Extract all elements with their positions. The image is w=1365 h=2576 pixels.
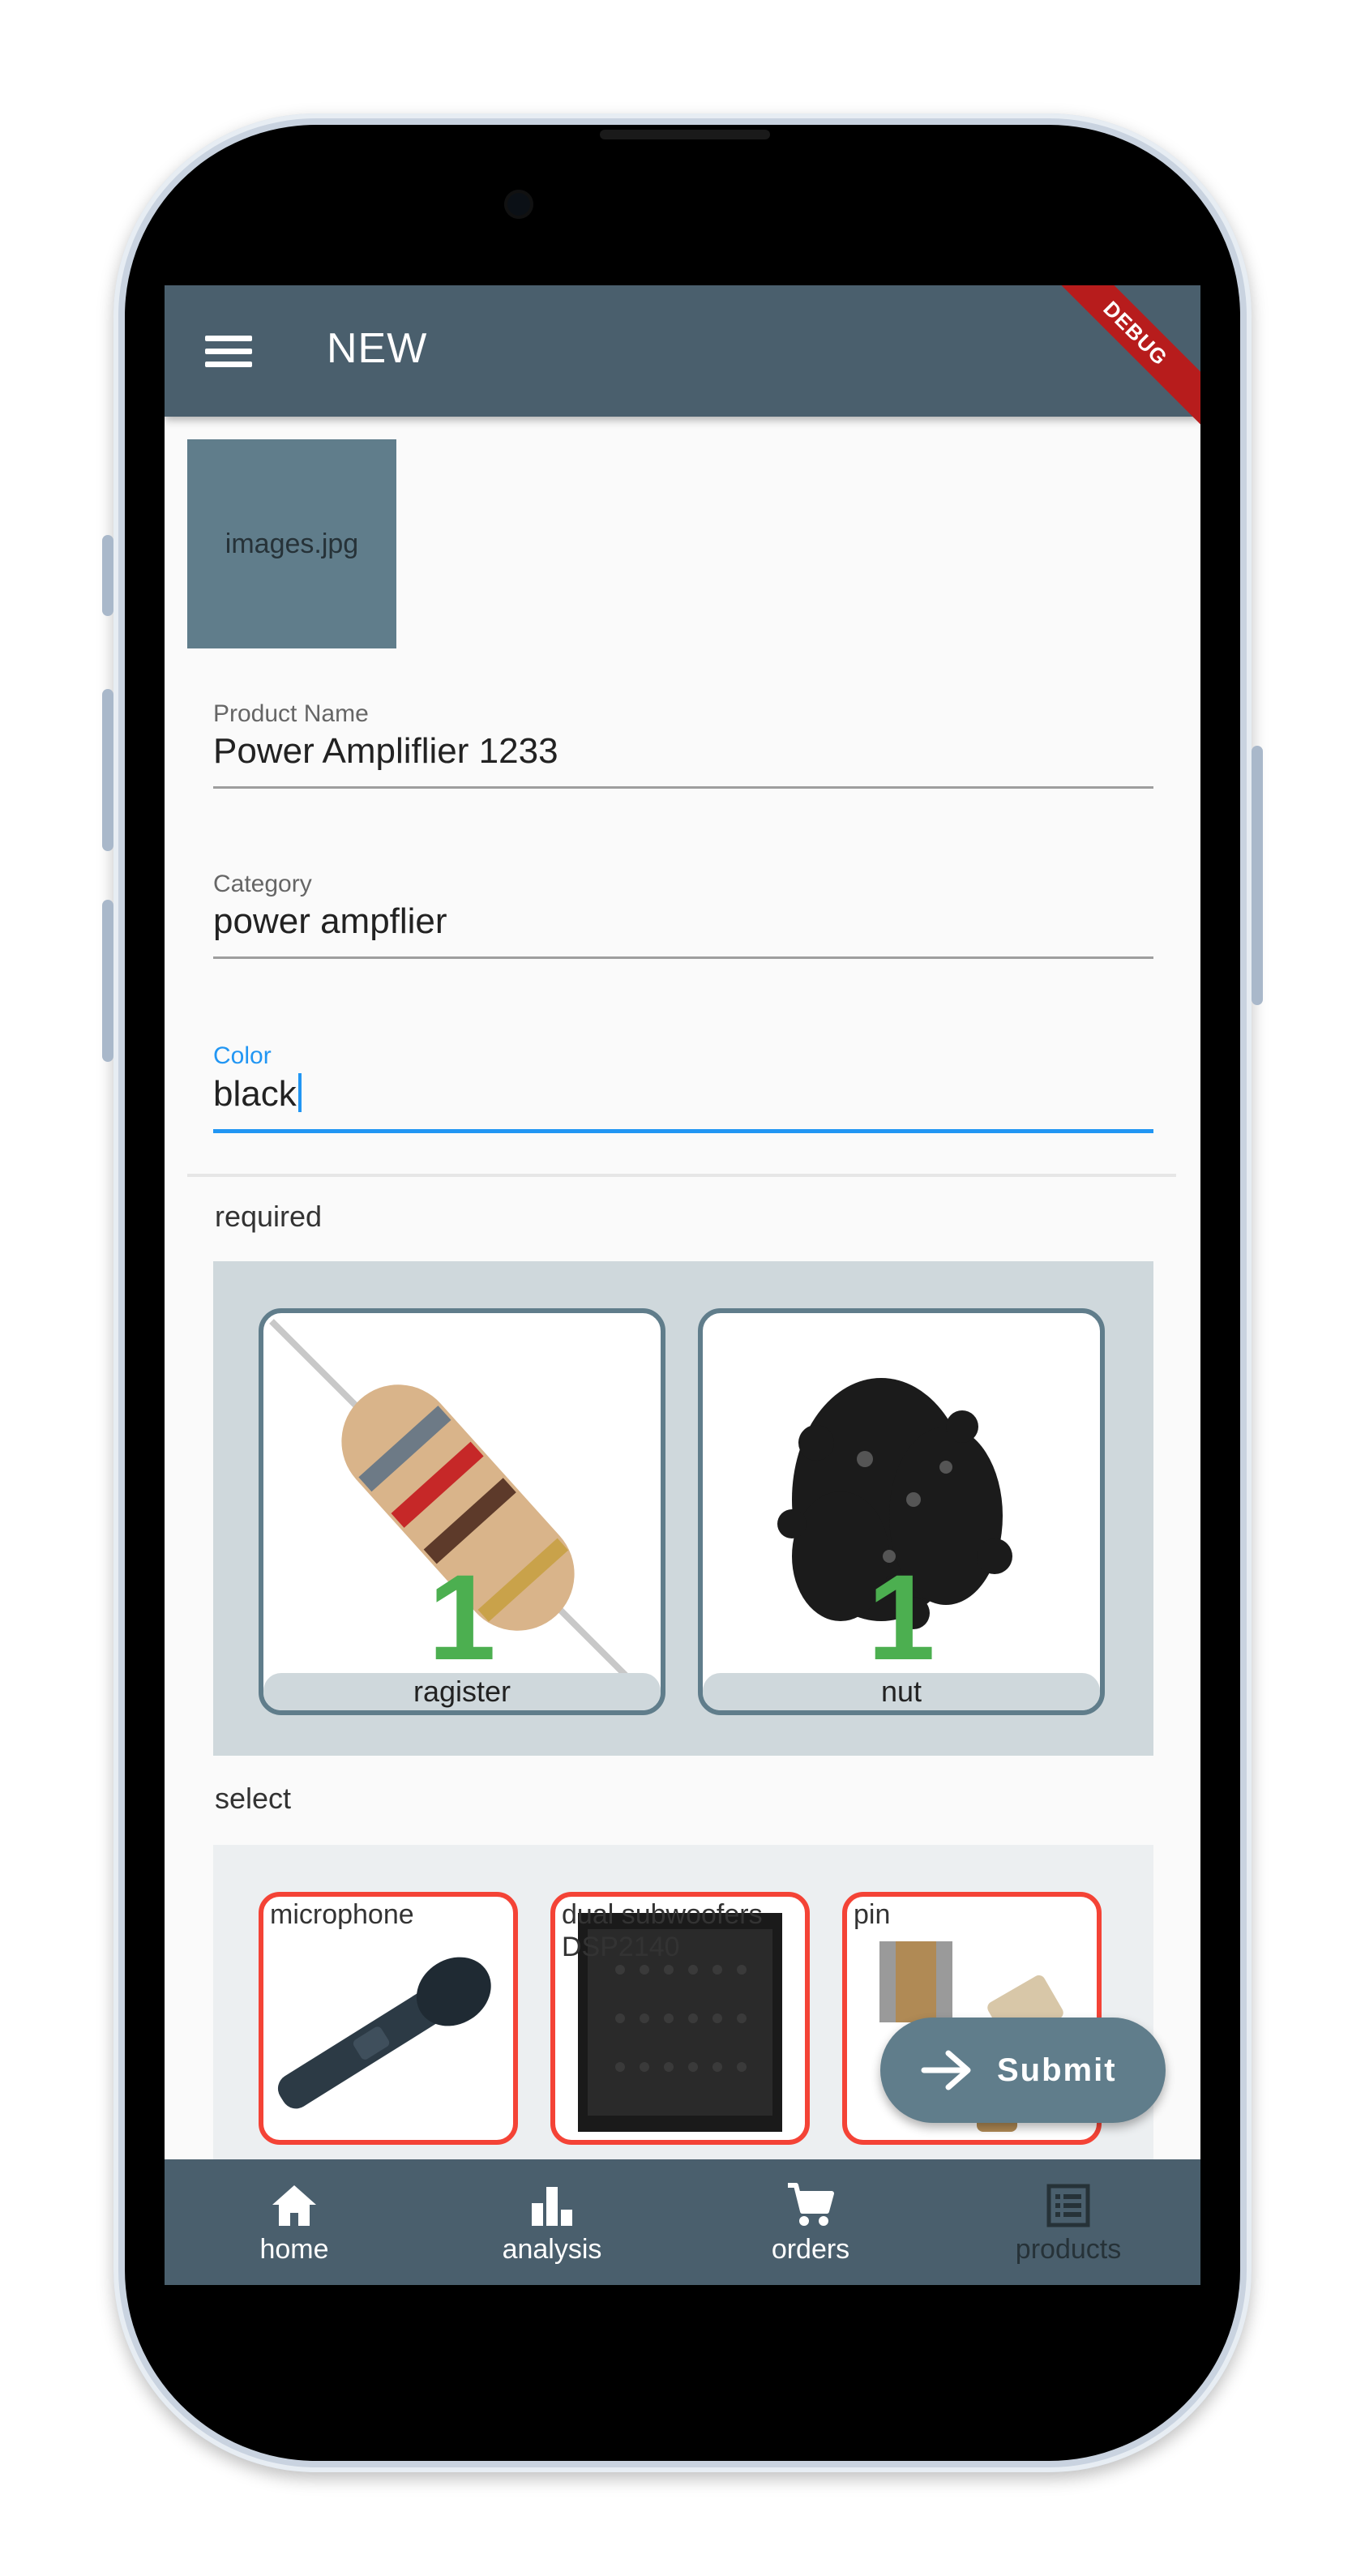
product-name-label: Product Name (213, 700, 369, 727)
select-section-title: select (215, 1782, 292, 1815)
menu-icon[interactable] (205, 336, 252, 368)
nav-item-home[interactable]: home (213, 2179, 375, 2266)
image-filename: images.jpg (225, 528, 359, 559)
section-divider (187, 1174, 1176, 1177)
text-cursor (297, 1073, 302, 1112)
required-item-label: nut (703, 1673, 1100, 1710)
home-icon (272, 2185, 316, 2226)
side-button (102, 900, 113, 1062)
category-label: Category (213, 871, 312, 897)
front-camera (504, 190, 533, 219)
select-item-card[interactable]: dual subwoofers DSP2140 (550, 1892, 810, 2145)
required-count: 1 (428, 1549, 496, 1685)
image-picker-tile[interactable]: images.jpg (187, 439, 396, 648)
nav-label: products (1015, 2234, 1122, 2265)
field-underline-focused (213, 1129, 1153, 1133)
select-item-label: dual subwoofers DSP2140 (562, 1899, 763, 1962)
side-button (1252, 746, 1263, 1005)
color-field[interactable]: Color black (213, 1042, 1153, 1133)
microphone-image (277, 1957, 491, 2109)
category-field[interactable]: Category power ampflier (213, 871, 1153, 959)
app-bar: NEW DEBUG (165, 285, 1200, 433)
nav-item-orders[interactable]: orders (730, 2179, 892, 2266)
speaker-grill (600, 130, 770, 139)
select-item-label: pin (854, 1899, 891, 1930)
color-label: Color (213, 1042, 272, 1069)
color-value: black (213, 1074, 297, 1114)
debug-banner: DEBUG (1036, 285, 1200, 433)
side-button (102, 689, 113, 851)
field-underline (213, 786, 1153, 789)
color-input[interactable]: black (213, 1073, 1153, 1115)
side-button (102, 535, 113, 616)
required-section-title: required (215, 1200, 323, 1233)
select-item-label: microphone (270, 1899, 414, 1930)
cart-icon (788, 2183, 834, 2226)
bar-chart-icon (532, 2187, 572, 2226)
field-underline (213, 956, 1153, 959)
required-item-card[interactable]: 1 nut (698, 1308, 1105, 1715)
list-icon (1046, 2184, 1090, 2227)
submit-label: Submit (997, 2052, 1117, 2088)
nav-label: home (259, 2234, 329, 2265)
nav-item-analysis[interactable]: analysis (471, 2179, 633, 2266)
select-item-card[interactable]: microphone (259, 1892, 518, 2145)
required-panel: 1 ragister 1 nut (213, 1261, 1153, 1756)
required-item-label: ragister (263, 1673, 661, 1710)
page-title: NEW (327, 325, 428, 372)
category-value[interactable]: power ampflier (213, 901, 1153, 942)
submit-button[interactable]: Submit (880, 2018, 1166, 2123)
product-name-field[interactable]: Product Name Power Ampliflier 1233 (213, 700, 1153, 789)
nav-label: orders (771, 2234, 850, 2265)
required-item-card[interactable]: 1 ragister (259, 1308, 665, 1715)
nav-item-products[interactable]: products (987, 2179, 1149, 2266)
required-count: 1 (867, 1549, 935, 1685)
bottom-navigation: home analysis orders products (165, 2159, 1200, 2285)
app-screen: NEW DEBUG images.jpg Product Name Power … (165, 285, 1200, 2285)
product-name-value[interactable]: Power Ampliflier 1233 (213, 731, 1153, 772)
nav-label: analysis (502, 2234, 602, 2265)
arrow-forward-icon (921, 2050, 971, 2090)
